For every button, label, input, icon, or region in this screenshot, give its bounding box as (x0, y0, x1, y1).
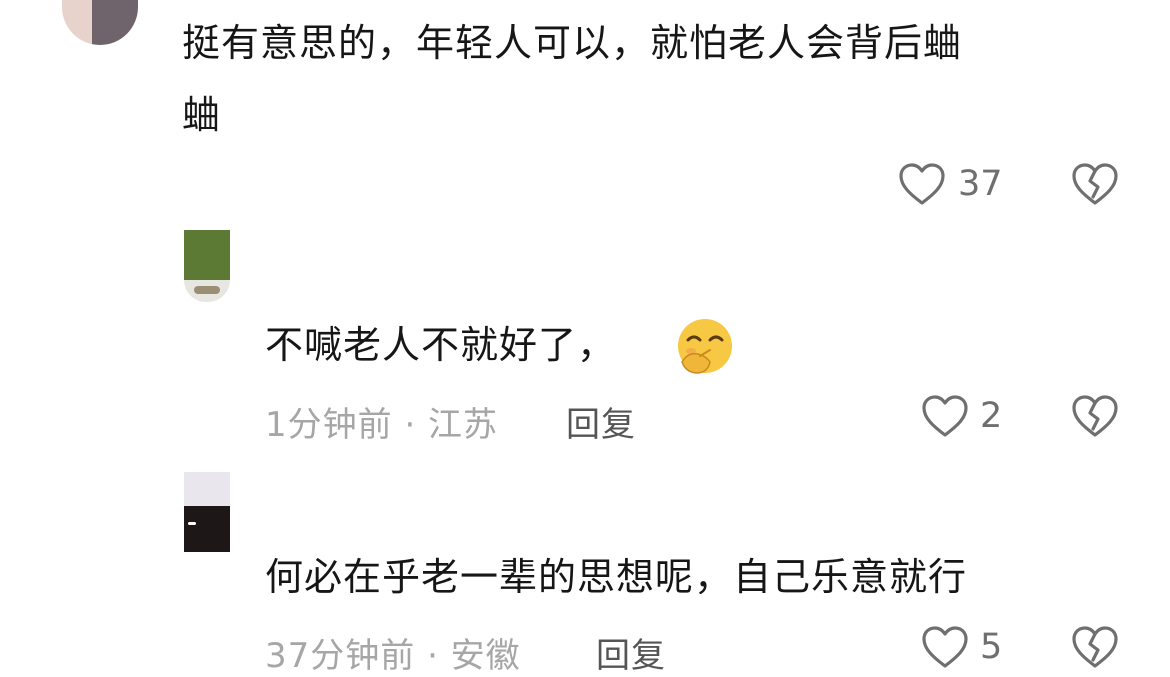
heart-outline-icon[interactable] (898, 162, 946, 206)
comment-time-location: 1分钟前 · 江苏 (265, 405, 499, 445)
comment-text: 何必在乎老一辈的思想呢，自己乐意就行 (265, 555, 968, 599)
like-count: 5 (980, 627, 1003, 667)
comment-time-location: 37分钟前 · 安徽 (265, 636, 521, 676)
comment-text: 不喊老人不就好了， (265, 310, 616, 380)
smirk-face-emoji (674, 318, 736, 380)
comment-text-continued: 蛐 (182, 93, 222, 137)
broken-heart-icon[interactable] (1071, 625, 1119, 669)
avatar[interactable] (62, 0, 138, 45)
avatar[interactable] (184, 230, 230, 302)
heart-outline-icon[interactable] (921, 625, 969, 669)
reply-button[interactable]: 回复 (566, 397, 636, 446)
avatar[interactable] (184, 472, 230, 552)
broken-heart-icon[interactable] (1071, 162, 1119, 206)
comment-text: 挺有意思的，年轻人可以，就怕老人会背后蛐 (182, 21, 963, 65)
comment-text-content: 不喊老人不就好了， (265, 323, 617, 367)
heart-outline-icon[interactable] (921, 394, 969, 438)
reply-button[interactable]: 回复 (596, 628, 666, 677)
like-count: 37 (958, 164, 1003, 204)
like-count: 2 (980, 396, 1003, 436)
broken-heart-icon[interactable] (1071, 394, 1119, 438)
